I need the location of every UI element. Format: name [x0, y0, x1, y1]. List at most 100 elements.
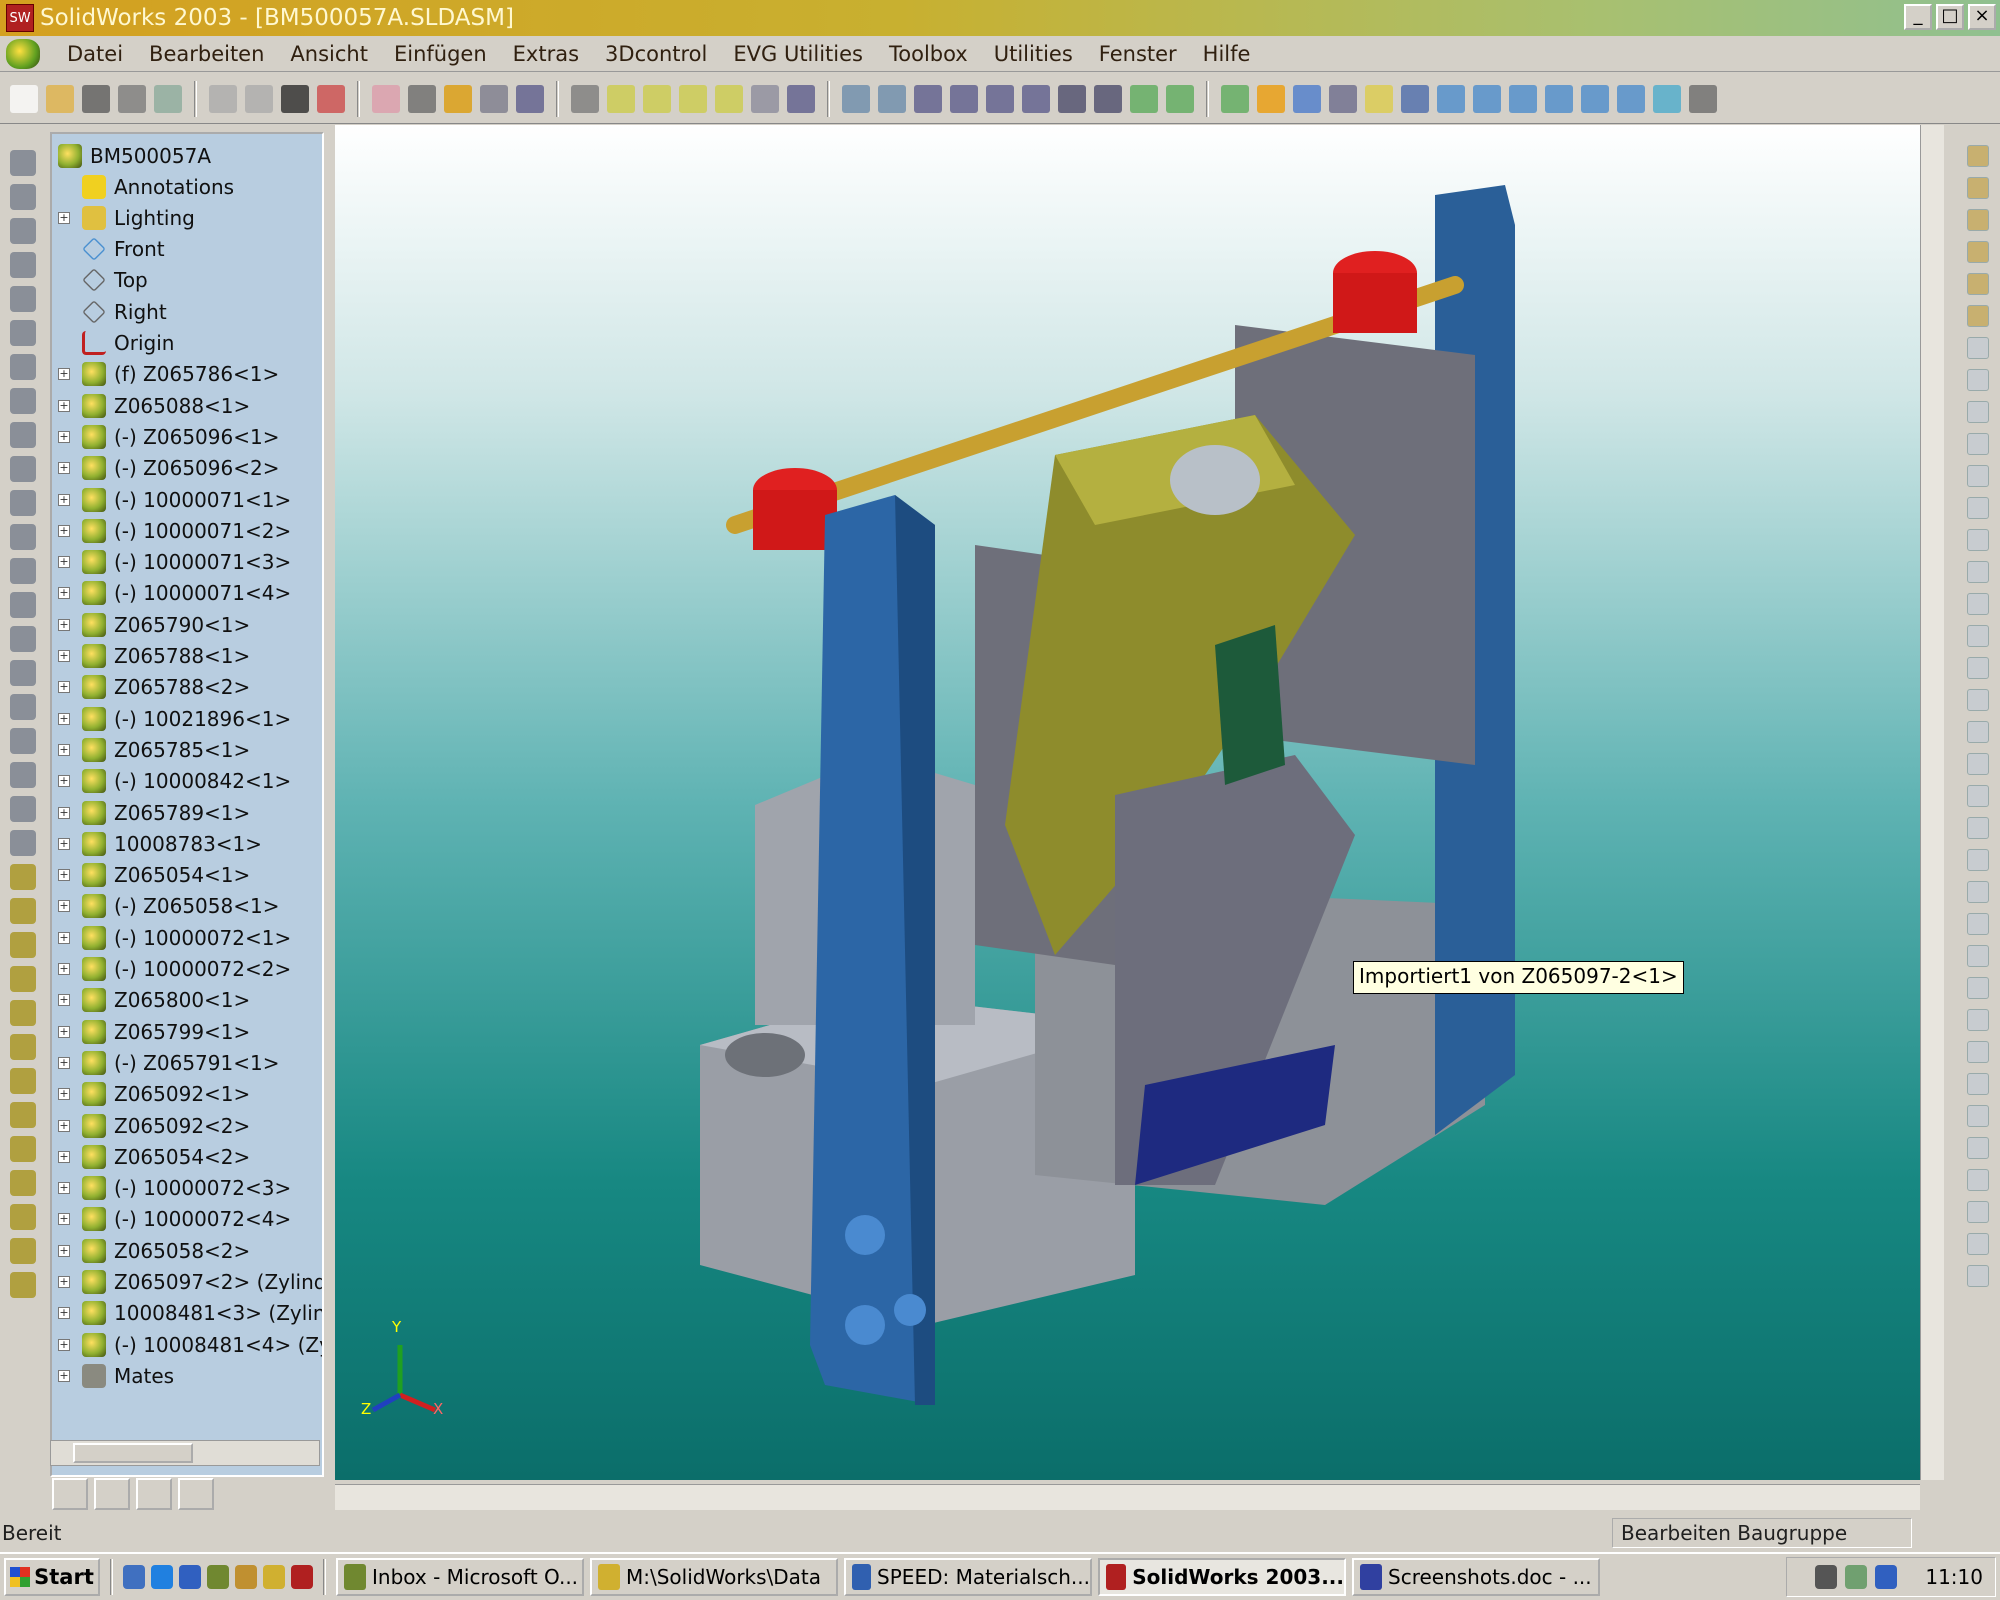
sketch-tool-icon[interactable]: [1967, 817, 1989, 839]
tree-item[interactable]: + Z065097<2> (Zylinder): [52, 1267, 322, 1298]
feature-tool-icon[interactable]: [10, 728, 36, 754]
tree-item[interactable]: +10008783<1>: [52, 828, 262, 859]
expand-icon[interactable]: +: [58, 524, 70, 537]
toolbar-button-icon[interactable]: [1365, 84, 1393, 113]
tree-item[interactable]: + (-) 10000071<4>: [52, 578, 291, 609]
feature-tool-icon[interactable]: [10, 1238, 36, 1264]
feature-tool-icon[interactable]: [10, 864, 36, 890]
sketch-tool-icon[interactable]: [1967, 401, 1989, 423]
toolbar-button-icon[interactable]: [1058, 84, 1086, 113]
toolbar-button-icon[interactable]: [787, 84, 815, 113]
expand-icon[interactable]: +: [58, 837, 70, 850]
toolbar-button-icon[interactable]: [10, 84, 38, 113]
tree-item[interactable]: Right: [52, 296, 167, 327]
toolbar-button-icon[interactable]: [1329, 84, 1357, 113]
expand-icon[interactable]: +: [58, 712, 70, 725]
tree-item[interactable]: + Z065092<2>: [52, 1110, 250, 1141]
tree-item[interactable]: + (-) Z065096<2>: [52, 453, 279, 484]
tree-item[interactable]: + Z065790<1>: [52, 609, 250, 640]
tree-item[interactable]: + (-) Z065058<1>: [52, 891, 279, 922]
expand-icon[interactable]: +: [58, 806, 70, 819]
toolbar-button-icon[interactable]: [842, 84, 870, 113]
tree-item[interactable]: + (-) 10000071<2>: [52, 515, 291, 546]
menu-toolbox[interactable]: Toolbox: [876, 42, 981, 66]
toolbar-button-icon[interactable]: [317, 84, 345, 113]
toolbar-button-icon[interactable]: [1401, 84, 1429, 113]
scroll-thumb[interactable]: [73, 1443, 193, 1463]
tree-item[interactable]: Top: [52, 265, 148, 296]
feature-tool-icon[interactable]: [10, 252, 36, 278]
toolbar-button-icon[interactable]: [1094, 84, 1122, 113]
tree-item[interactable]: + (-) 10000071<3>: [52, 547, 291, 578]
tree-item[interactable]: + (-) 10008481<4> (Zylinder): [52, 1329, 322, 1360]
expand-icon[interactable]: +: [58, 618, 70, 631]
feature-tool-icon[interactable]: [10, 660, 36, 686]
tree-item[interactable]: Origin: [52, 328, 174, 359]
sketch-tool-icon[interactable]: [1967, 945, 1989, 967]
sketch-tool-icon[interactable]: [1967, 1233, 1989, 1255]
feature-tool-icon[interactable]: [10, 1136, 36, 1162]
sketch-tool-icon[interactable]: [1967, 1201, 1989, 1223]
tree-item[interactable]: + (-) Z065791<1>: [52, 1047, 279, 1078]
quicklaunch-explorer-icon[interactable]: [263, 1565, 285, 1589]
tree-item[interactable]: + Z065054<1>: [52, 860, 250, 891]
feature-tool-icon[interactable]: [10, 184, 36, 210]
tree-item[interactable]: + Z065788<2>: [52, 672, 250, 703]
configuration-manager-tab[interactable]: [136, 1478, 172, 1510]
feature-tool-icon[interactable]: [10, 388, 36, 414]
toolbar-button-icon[interactable]: [607, 84, 635, 113]
sketch-tool-icon[interactable]: [1967, 593, 1989, 615]
sketch-tool-icon[interactable]: [1967, 849, 1989, 871]
menu-hilfe[interactable]: Hilfe: [1190, 42, 1264, 66]
toolbar-button-icon[interactable]: [751, 84, 779, 113]
expand-icon[interactable]: +: [58, 1056, 70, 1069]
feature-tool-icon[interactable]: [10, 320, 36, 346]
feature-tool-icon[interactable]: [10, 796, 36, 822]
expand-icon[interactable]: +: [58, 1338, 70, 1351]
toolbar-button-icon[interactable]: [480, 84, 508, 113]
sketch-tool-icon[interactable]: [1967, 1073, 1989, 1095]
viewport-horizontal-scrollbar[interactable]: [335, 1484, 1920, 1510]
tree-item[interactable]: + (-) 10000072<4>: [52, 1204, 291, 1235]
document-icon[interactable]: [6, 38, 40, 69]
quicklaunch-mail-icon[interactable]: [207, 1565, 229, 1589]
sketch-tool-icon[interactable]: [1967, 273, 1989, 295]
sketch-tool-icon[interactable]: [1967, 657, 1989, 679]
feature-tool-icon[interactable]: [10, 830, 36, 856]
taskbar-task[interactable]: Inbox - Microsoft O...: [336, 1558, 584, 1596]
assembly-model[interactable]: [335, 125, 1920, 1480]
viewport-vertical-scrollbar[interactable]: [1920, 125, 1944, 1480]
menu-3dcontrol[interactable]: 3Dcontrol: [592, 42, 720, 66]
toolbar-button-icon[interactable]: [1257, 84, 1285, 113]
expand-icon[interactable]: +: [58, 681, 70, 694]
toolbar-button-icon[interactable]: [372, 84, 400, 113]
menu-evg-utilities[interactable]: EVG Utilities: [720, 42, 876, 66]
feature-tool-icon[interactable]: [10, 1034, 36, 1060]
sketch-tool-icon[interactable]: [1967, 529, 1989, 551]
expand-icon[interactable]: +: [58, 1307, 70, 1320]
menu-ansicht[interactable]: Ansicht: [277, 42, 381, 66]
tree-item[interactable]: + (-) 10000072<2>: [52, 954, 291, 985]
toolbar-button-icon[interactable]: [82, 84, 110, 113]
tree-item[interactable]: + Z065800<1>: [52, 985, 250, 1016]
sketch-tool-icon[interactable]: [1967, 1137, 1989, 1159]
feature-tool-icon[interactable]: [10, 1204, 36, 1230]
quicklaunch-app-icon[interactable]: [235, 1565, 257, 1589]
toolbar-button-icon[interactable]: [1221, 84, 1249, 113]
tree-item[interactable]: + Z065788<1>: [52, 641, 250, 672]
expand-icon[interactable]: +: [58, 211, 70, 224]
maximize-button[interactable]: □: [1936, 4, 1964, 30]
taskbar-task[interactable]: SolidWorks 2003...: [1098, 1558, 1346, 1596]
toolbar-button-icon[interactable]: [1653, 84, 1681, 113]
toolbar-button-icon[interactable]: [986, 84, 1014, 113]
toolbar-button-icon[interactable]: [1509, 84, 1537, 113]
tree-item[interactable]: + (f) Z065786<1>: [52, 359, 279, 390]
tree-root[interactable]: BM500057A: [52, 140, 211, 171]
sketch-tool-icon[interactable]: [1967, 1105, 1989, 1127]
tree-horizontal-scrollbar[interactable]: [50, 1440, 320, 1466]
tree-item[interactable]: + Z065799<1>: [52, 1016, 250, 1047]
sketch-tool-icon[interactable]: [1967, 465, 1989, 487]
feature-tool-icon[interactable]: [10, 286, 36, 312]
tree-item[interactable]: + Z065054<2>: [52, 1141, 250, 1172]
sketch-tool-icon[interactable]: [1967, 1169, 1989, 1191]
